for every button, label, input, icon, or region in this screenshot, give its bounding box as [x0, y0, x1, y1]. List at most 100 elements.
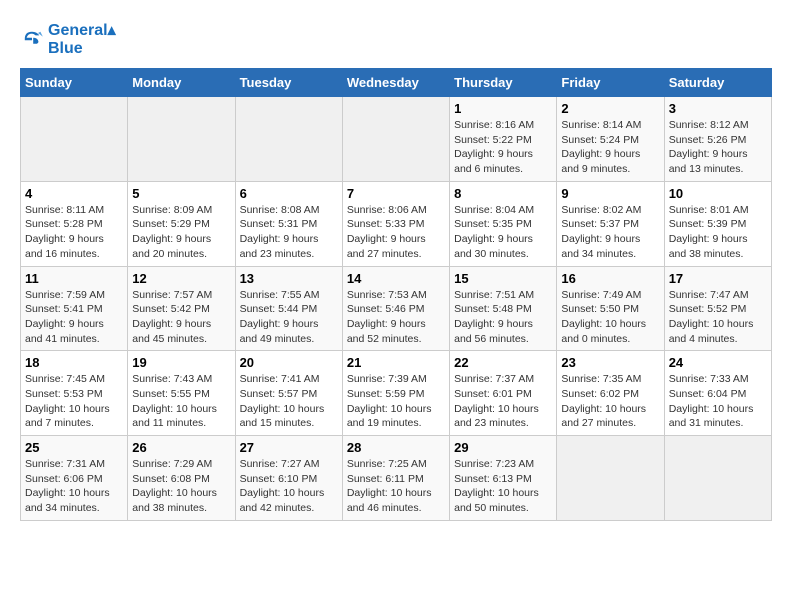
day-header-monday: Monday [128, 69, 235, 97]
day-info: Sunrise: 7:23 AM Sunset: 6:13 PM Dayligh… [454, 457, 552, 516]
day-info: Sunrise: 7:27 AM Sunset: 6:10 PM Dayligh… [240, 457, 338, 516]
day-number: 24 [669, 355, 767, 370]
day-info: Sunrise: 7:43 AM Sunset: 5:55 PM Dayligh… [132, 372, 230, 431]
day-header-saturday: Saturday [664, 69, 771, 97]
day-number: 23 [561, 355, 659, 370]
day-info: Sunrise: 8:16 AM Sunset: 5:22 PM Dayligh… [454, 118, 552, 177]
day-number: 9 [561, 186, 659, 201]
calendar-cell [128, 97, 235, 182]
day-number: 12 [132, 271, 230, 286]
day-info: Sunrise: 8:02 AM Sunset: 5:37 PM Dayligh… [561, 203, 659, 262]
calendar-cell: 24 Sunrise: 7:33 AM Sunset: 6:04 PM Dayli… [664, 351, 771, 436]
calendar-cell: 22 Sunrise: 7:37 AM Sunset: 6:01 PM Dayli… [450, 351, 557, 436]
day-number: 6 [240, 186, 338, 201]
day-number: 4 [25, 186, 123, 201]
calendar-cell: 12 Sunrise: 7:57 AM Sunset: 5:42 PM Dayli… [128, 266, 235, 351]
day-info: Sunrise: 7:31 AM Sunset: 6:06 PM Dayligh… [25, 457, 123, 516]
calendar-cell: 2Sunrise: 8:14 AM Sunset: 5:24 PM Daylig… [557, 97, 664, 182]
days-header-row: SundayMondayTuesdayWednesdayThursdayFrid… [21, 69, 772, 97]
calendar-cell: 13 Sunrise: 7:55 AM Sunset: 5:44 PM Dayli… [235, 266, 342, 351]
day-header-sunday: Sunday [21, 69, 128, 97]
page-header: General▴ Blue [20, 20, 772, 58]
day-info: Sunrise: 8:08 AM Sunset: 5:31 PM Dayligh… [240, 203, 338, 262]
day-info: Sunrise: 7:33 AM Sunset: 6:04 PM Dayligh… [669, 372, 767, 431]
calendar-cell: 15Sunrise: 7:51 AM Sunset: 5:48 PM Dayli… [450, 266, 557, 351]
calendar-cell: 7 Sunrise: 8:06 AM Sunset: 5:33 PM Daylig… [342, 181, 449, 266]
day-number: 13 [240, 271, 338, 286]
calendar-cell: 27 Sunrise: 7:27 AM Sunset: 6:10 PM Dayli… [235, 436, 342, 521]
day-info: Sunrise: 7:45 AM Sunset: 5:53 PM Dayligh… [25, 372, 123, 431]
day-number: 26 [132, 440, 230, 455]
calendar-cell: 17Sunrise: 7:47 AM Sunset: 5:52 PM Dayli… [664, 266, 771, 351]
day-info: Sunrise: 8:01 AM Sunset: 5:39 PM Dayligh… [669, 203, 767, 262]
day-number: 27 [240, 440, 338, 455]
week-row-3: 11 Sunrise: 7:59 AM Sunset: 5:41 PM Dayli… [21, 266, 772, 351]
week-row-4: 18 Sunrise: 7:45 AM Sunset: 5:53 PM Dayli… [21, 351, 772, 436]
day-number: 16 [561, 271, 659, 286]
day-number: 29 [454, 440, 552, 455]
calendar-cell [664, 436, 771, 521]
day-info: Sunrise: 7:39 AM Sunset: 5:59 PM Dayligh… [347, 372, 445, 431]
logo: General▴ Blue [20, 20, 116, 58]
day-info: Sunrise: 8:12 AM Sunset: 5:26 PM Dayligh… [669, 118, 767, 177]
calendar-table: SundayMondayTuesdayWednesdayThursdayFrid… [20, 68, 772, 521]
calendar-cell: 23 Sunrise: 7:35 AM Sunset: 6:02 PM Dayli… [557, 351, 664, 436]
calendar-cell: 26 Sunrise: 7:29 AM Sunset: 6:08 PM Dayli… [128, 436, 235, 521]
calendar-cell: 6 Sunrise: 8:08 AM Sunset: 5:31 PM Daylig… [235, 181, 342, 266]
calendar-cell: 11 Sunrise: 7:59 AM Sunset: 5:41 PM Dayli… [21, 266, 128, 351]
day-number: 10 [669, 186, 767, 201]
calendar-cell [557, 436, 664, 521]
day-header-tuesday: Tuesday [235, 69, 342, 97]
day-header-friday: Friday [557, 69, 664, 97]
calendar-cell: 1 Sunrise: 8:16 AM Sunset: 5:22 PM Daylig… [450, 97, 557, 182]
day-number: 8 [454, 186, 552, 201]
day-info: Sunrise: 7:55 AM Sunset: 5:44 PM Dayligh… [240, 288, 338, 347]
day-number: 11 [25, 271, 123, 286]
day-number: 5 [132, 186, 230, 201]
calendar-cell: 16 Sunrise: 7:49 AM Sunset: 5:50 PM Dayli… [557, 266, 664, 351]
day-info: Sunrise: 7:29 AM Sunset: 6:08 PM Dayligh… [132, 457, 230, 516]
day-number: 20 [240, 355, 338, 370]
day-number: 19 [132, 355, 230, 370]
calendar-cell [21, 97, 128, 182]
day-header-thursday: Thursday [450, 69, 557, 97]
day-info: Sunrise: 8:09 AM Sunset: 5:29 PM Dayligh… [132, 203, 230, 262]
calendar-cell: 20 Sunrise: 7:41 AM Sunset: 5:57 PM Dayli… [235, 351, 342, 436]
calendar-cell: 4Sunrise: 8:11 AM Sunset: 5:28 PM Daylig… [21, 181, 128, 266]
day-info: Sunrise: 8:06 AM Sunset: 5:33 PM Dayligh… [347, 203, 445, 262]
week-row-1: 1 Sunrise: 8:16 AM Sunset: 5:22 PM Daylig… [21, 97, 772, 182]
day-number: 14 [347, 271, 445, 286]
day-info: Sunrise: 7:57 AM Sunset: 5:42 PM Dayligh… [132, 288, 230, 347]
calendar-cell: 25 Sunrise: 7:31 AM Sunset: 6:06 PM Dayli… [21, 436, 128, 521]
day-info: Sunrise: 7:35 AM Sunset: 6:02 PM Dayligh… [561, 372, 659, 431]
logo-icon [20, 27, 44, 51]
day-number: 25 [25, 440, 123, 455]
calendar-cell: 8 Sunrise: 8:04 AM Sunset: 5:35 PM Daylig… [450, 181, 557, 266]
calendar-cell: 18 Sunrise: 7:45 AM Sunset: 5:53 PM Dayli… [21, 351, 128, 436]
day-info: Sunrise: 7:25 AM Sunset: 6:11 PM Dayligh… [347, 457, 445, 516]
calendar-cell: 3 Sunrise: 8:12 AM Sunset: 5:26 PM Daylig… [664, 97, 771, 182]
day-info: Sunrise: 7:49 AM Sunset: 5:50 PM Dayligh… [561, 288, 659, 347]
day-info: Sunrise: 7:37 AM Sunset: 6:01 PM Dayligh… [454, 372, 552, 431]
calendar-cell [342, 97, 449, 182]
calendar-cell [235, 97, 342, 182]
day-number: 21 [347, 355, 445, 370]
logo-text: General▴ Blue [48, 20, 116, 58]
day-number: 18 [25, 355, 123, 370]
day-info: Sunrise: 7:41 AM Sunset: 5:57 PM Dayligh… [240, 372, 338, 431]
day-number: 22 [454, 355, 552, 370]
day-number: 15 [454, 271, 552, 286]
calendar-cell: 19 Sunrise: 7:43 AM Sunset: 5:55 PM Dayli… [128, 351, 235, 436]
calendar-cell: 21 Sunrise: 7:39 AM Sunset: 5:59 PM Dayli… [342, 351, 449, 436]
day-info: Sunrise: 7:59 AM Sunset: 5:41 PM Dayligh… [25, 288, 123, 347]
day-number: 28 [347, 440, 445, 455]
day-number: 7 [347, 186, 445, 201]
calendar-cell: 5 Sunrise: 8:09 AM Sunset: 5:29 PM Daylig… [128, 181, 235, 266]
day-number: 1 [454, 101, 552, 116]
calendar-cell: 29 Sunrise: 7:23 AM Sunset: 6:13 PM Dayli… [450, 436, 557, 521]
day-info: Sunrise: 8:14 AM Sunset: 5:24 PM Dayligh… [561, 118, 659, 177]
calendar-cell: 28 Sunrise: 7:25 AM Sunset: 6:11 PM Dayli… [342, 436, 449, 521]
day-number: 3 [669, 101, 767, 116]
day-info: Sunrise: 8:04 AM Sunset: 5:35 PM Dayligh… [454, 203, 552, 262]
day-info: Sunrise: 7:47 AM Sunset: 5:52 PM Dayligh… [669, 288, 767, 347]
